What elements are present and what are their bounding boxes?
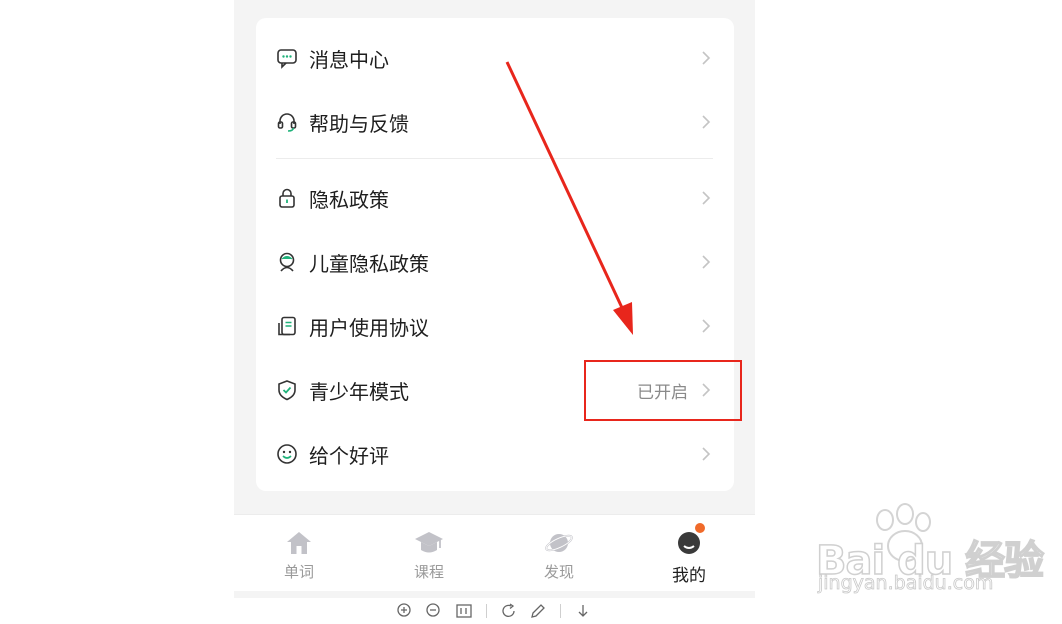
menu-item-rate-app[interactable]: 给个好评 — [256, 422, 734, 486]
tab-label: 发现 — [543, 563, 574, 581]
image-viewer-toolbar — [234, 598, 755, 619]
tab-label: 单词 — [283, 563, 314, 581]
bottom-tab-bar: 单词 课程 发现 我的 — [234, 514, 755, 591]
menu-item-privacy-policy[interactable]: 隐私政策 — [256, 166, 734, 230]
document-icon — [276, 315, 298, 337]
section-divider — [276, 158, 713, 159]
tab-mine[interactable]: 我的 — [624, 515, 754, 591]
chevron-right-icon — [702, 319, 711, 333]
chevron-right-icon — [702, 447, 711, 461]
menu-item-label: 帮助与反馈 — [309, 111, 409, 136]
menu-item-help-feedback[interactable]: 帮助与反馈 — [256, 90, 734, 154]
zoom-in-icon[interactable] — [396, 602, 414, 620]
download-icon[interactable] — [574, 602, 592, 620]
chevron-right-icon — [702, 51, 711, 65]
app-screen: 消息中心 帮助与反馈 隐私政策 儿童隐私政策 用户使用协议 青少年模式 已开启 … — [234, 0, 755, 619]
tab-label: 课程 — [413, 563, 444, 581]
actual-size-icon[interactable] — [455, 602, 473, 620]
headset-icon — [276, 111, 298, 133]
menu-item-label: 给个好评 — [309, 443, 389, 468]
toolbar-separator — [486, 604, 487, 618]
menu-item-label: 用户使用协议 — [309, 315, 429, 340]
graduation-cap-icon — [414, 529, 444, 557]
tab-courses[interactable]: 课程 — [364, 515, 494, 591]
notification-badge — [694, 522, 706, 534]
avatar-icon — [674, 522, 706, 557]
chevron-right-icon — [702, 255, 711, 269]
shield-icon — [276, 379, 298, 401]
toolbar-separator — [560, 604, 561, 618]
annotation-highlight-box — [584, 360, 742, 421]
edit-icon[interactable] — [529, 602, 547, 620]
tab-words[interactable]: 单词 — [234, 515, 364, 591]
chevron-right-icon — [702, 115, 711, 129]
menu-item-label: 儿童隐私政策 — [309, 251, 429, 276]
rotate-icon[interactable] — [500, 602, 518, 620]
watermark-url: jingyan.baidu.com — [818, 572, 994, 595]
menu-item-label: 青少年模式 — [309, 379, 409, 404]
message-icon — [276, 47, 298, 69]
chevron-right-icon — [702, 191, 711, 205]
child-icon — [276, 251, 298, 273]
menu-item-label: 消息中心 — [309, 47, 389, 72]
tab-discover[interactable]: 发现 — [494, 515, 624, 591]
lock-icon — [276, 187, 298, 209]
tab-label: 我的 — [672, 566, 706, 586]
zoom-out-icon[interactable] — [425, 602, 443, 620]
home-icon — [284, 529, 314, 557]
smile-icon — [276, 443, 298, 465]
menu-item-user-agreement[interactable]: 用户使用协议 — [256, 294, 734, 358]
menu-item-child-privacy-policy[interactable]: 儿童隐私政策 — [256, 230, 734, 294]
planet-icon — [544, 529, 574, 557]
menu-item-label: 隐私政策 — [309, 187, 389, 212]
menu-item-message-center[interactable]: 消息中心 — [256, 26, 734, 90]
